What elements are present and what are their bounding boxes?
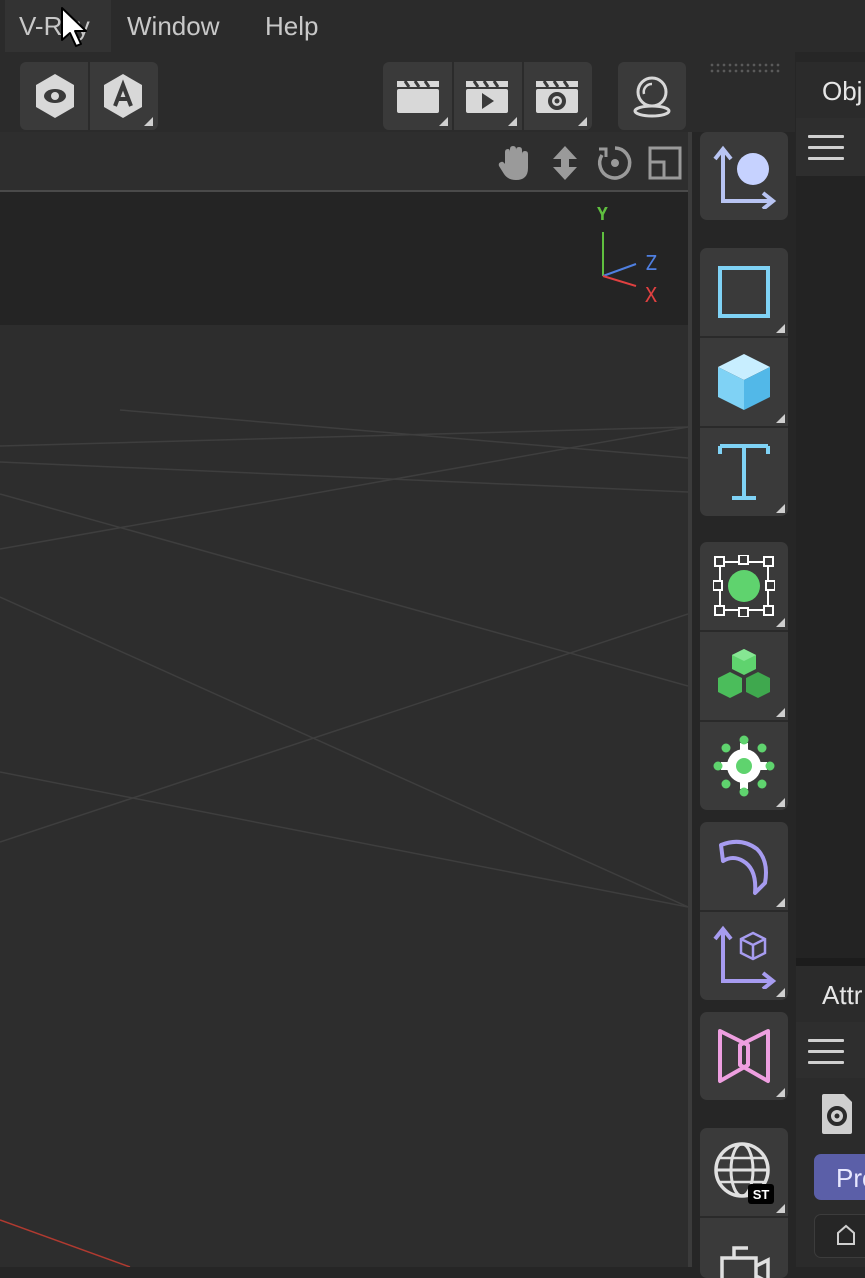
- project-tab-label: Pro: [836, 1163, 865, 1193]
- palette-group-scene: [700, 1012, 788, 1100]
- objects-tab-bar: Obj: [796, 62, 865, 118]
- mouse-cursor-icon: [61, 7, 87, 47]
- view-mode-eye-icon[interactable]: [22, 63, 88, 129]
- axis-y-label: Y: [597, 204, 608, 225]
- menu-vray[interactable]: V-Ray: [5, 0, 111, 52]
- document-settings-icon[interactable]: [820, 1092, 854, 1136]
- viewport-header: [0, 132, 690, 192]
- attributes-toolbar: [796, 1022, 865, 1078]
- vray-render-icon[interactable]: [619, 63, 685, 129]
- render-play-clapper-icon[interactable]: [454, 63, 520, 129]
- attributes-tab-bar: Attr: [796, 966, 865, 1022]
- svg-text:ST: ST: [753, 1187, 770, 1202]
- attributes-tab[interactable]: Attr: [822, 980, 862, 1011]
- 3d-viewport[interactable]: Y Z X: [0, 192, 688, 1267]
- palette-group-primitives: [700, 248, 788, 516]
- floor-grid: [0, 409, 688, 1267]
- field-axis-icon[interactable]: [700, 910, 788, 1000]
- objects-tab[interactable]: Obj: [822, 76, 862, 107]
- axis-z-label: Z: [645, 251, 658, 275]
- home-icon: [837, 1224, 855, 1245]
- palette-group-null: [700, 132, 788, 220]
- move-arrows-icon[interactable]: [548, 144, 582, 182]
- attributes-body: Pro: [796, 1078, 865, 1267]
- objects-menu-icon[interactable]: [808, 135, 844, 161]
- cloner-generator-icon[interactable]: [700, 630, 788, 720]
- axis-x-label: X: [645, 283, 658, 307]
- main-toolbar: [0, 52, 795, 132]
- drag-handle[interactable]: [709, 62, 781, 74]
- vray-group: [618, 62, 686, 130]
- render-view-clapper-icon[interactable]: [385, 63, 451, 129]
- scene-hourglass-icon[interactable]: [700, 1012, 788, 1100]
- camera-icon[interactable]: [700, 1216, 788, 1278]
- menu-help[interactable]: Help: [265, 0, 318, 52]
- palette-group-deformers: [700, 822, 788, 1000]
- text-spline-icon[interactable]: [700, 426, 788, 516]
- render-group: [383, 62, 592, 130]
- menu-window[interactable]: Window: [127, 0, 219, 52]
- palette-group-vray: ST: [700, 1128, 788, 1278]
- objects-toolbar: [796, 118, 865, 176]
- subdivision-generator-icon[interactable]: [700, 542, 788, 630]
- deformer-bend-icon[interactable]: [700, 822, 788, 910]
- project-tab[interactable]: Pro: [814, 1154, 865, 1200]
- maximize-view-icon[interactable]: [647, 145, 683, 181]
- spline-rectangle-icon[interactable]: [700, 248, 788, 336]
- rotate-orbit-icon[interactable]: [596, 144, 634, 182]
- pan-hand-icon[interactable]: [496, 144, 532, 182]
- render-settings-clapper-icon[interactable]: [524, 63, 590, 129]
- auto-a-icon[interactable]: [90, 63, 156, 129]
- cube-primitive-icon[interactable]: [700, 336, 788, 426]
- right-panels: Obj Attr Pro: [796, 62, 865, 1267]
- null-object-icon[interactable]: [700, 132, 788, 220]
- attributes-menu-icon[interactable]: [808, 1039, 844, 1065]
- palette-group-generators: [700, 542, 788, 810]
- effector-gear-icon[interactable]: [700, 720, 788, 810]
- vray-environment-icon[interactable]: ST: [700, 1128, 788, 1216]
- menu-bar: V-Ray Window Help: [0, 0, 865, 52]
- panel-separator: [796, 958, 865, 966]
- home-button[interactable]: [814, 1214, 865, 1258]
- display-mode-group: [20, 62, 158, 130]
- object-palette: ST: [692, 132, 796, 1278]
